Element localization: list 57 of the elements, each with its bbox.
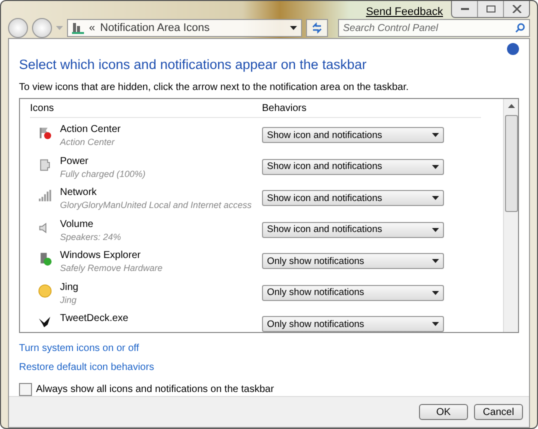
caret-icon <box>432 228 439 232</box>
app-detail: Safely Remove Hardware <box>60 262 163 274</box>
app-name: Action Center <box>60 124 121 136</box>
dropdown-icon[interactable] <box>290 26 297 30</box>
scrollbar[interactable] <box>503 99 518 332</box>
address-bar[interactable]: « Notification Area Icons <box>67 19 302 37</box>
caret-icon <box>432 133 439 137</box>
cancel-button[interactable]: Cancel <box>474 404 523 420</box>
column-header: Behaviors <box>262 102 306 114</box>
checkbox-label: Always show all icons and notifications on the taskbar <box>36 384 274 395</box>
behavior-dropdown[interactable]: Only show notifications <box>262 316 444 332</box>
app-name: Jing <box>60 282 78 294</box>
behavior-dropdown[interactable]: Show icon and notifications <box>262 158 444 174</box>
refresh-button[interactable] <box>306 19 328 37</box>
app-name: Power <box>60 156 88 168</box>
checkbox[interactable] <box>19 383 32 396</box>
ok-button[interactable]: OK <box>419 404 468 420</box>
app-detail: GloryGloryManUnited Local and Internet access <box>60 199 252 211</box>
app-detail: Action Center <box>60 136 115 148</box>
plug-icon <box>38 158 52 172</box>
instructions-text: To view icons that are hidden, click the arrow next to the notification area on the taskbar. <box>19 82 410 93</box>
close-icon <box>512 5 522 13</box>
behavior-dropdown[interactable]: Show icon and notifications <box>262 190 444 206</box>
send-feedback-link[interactable]: Send Feedback <box>366 6 443 18</box>
help-icon[interactable] <box>507 43 519 55</box>
caret-icon <box>432 196 439 200</box>
back-button[interactable] <box>8 18 28 38</box>
app-detail: Fully charged (100%) <box>60 168 146 180</box>
behavior-dropdown[interactable]: Only show notifications <box>262 253 444 269</box>
signal-icon <box>38 189 52 203</box>
behavior-dropdown[interactable]: Only show notifications <box>262 284 444 300</box>
caret-icon <box>432 290 439 294</box>
search-icon <box>515 23 525 33</box>
maximize-icon <box>486 5 496 13</box>
caret-icon <box>432 259 439 263</box>
settings-link[interactable]: Restore default icon behaviors <box>19 362 154 373</box>
drive-icon <box>38 252 52 266</box>
behavior-dropdown[interactable]: Show icon and notifications <box>262 127 444 143</box>
page-heading: Select which icons and notifications appear on the taskbar <box>19 57 368 72</box>
app-detail: Speakers: 24% <box>60 230 122 242</box>
sun-icon <box>38 284 52 298</box>
app-name: Windows Explorer <box>60 250 141 262</box>
flag-icon <box>38 126 52 140</box>
control-panel-icon <box>72 22 84 34</box>
app-name: TweetDeck.exe <box>60 313 128 325</box>
caret-icon <box>432 164 439 168</box>
bird-icon <box>38 315 52 329</box>
refresh-icon <box>311 22 323 34</box>
app-name: Volume <box>60 218 94 230</box>
settings-link[interactable]: Turn system icons on or off <box>19 343 140 354</box>
behavior-dropdown[interactable]: Show icon and notifications <box>262 222 444 238</box>
caret-icon <box>432 322 439 326</box>
app-name: Network <box>60 187 97 199</box>
search-field[interactable]: Search Control Panel <box>338 19 530 37</box>
column-header: Icons <box>30 102 55 114</box>
app-detail: Jing <box>60 294 77 306</box>
forward-button[interactable] <box>32 18 52 38</box>
